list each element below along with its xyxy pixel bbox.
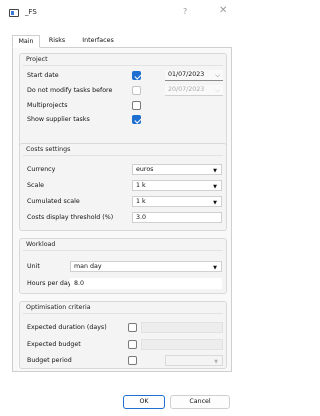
no-modify-date-picker[interactable]: 20/07/2023 ⌵ <box>165 85 223 96</box>
ok-button[interactable]: OK <box>123 395 165 409</box>
cumulated-scale-select[interactable]: 1 k ▼ <box>132 196 222 207</box>
expected-duration-label: Expected duration (days) <box>27 324 107 331</box>
expected-budget-checkbox[interactable] <box>128 340 137 349</box>
group-divider <box>23 313 223 314</box>
close-icon[interactable]: ✕ <box>219 5 227 16</box>
currency-select[interactable]: euros ▼ <box>132 164 222 175</box>
workload-group: Workload Unit man day ▼ Hours per day 8.… <box>19 238 227 294</box>
expected-duration-checkbox[interactable] <box>128 323 137 332</box>
group-divider <box>23 155 223 156</box>
start-date-label: Start date <box>27 72 59 79</box>
currency-value: euros <box>136 166 154 173</box>
chevron-down-icon: ⌵ <box>215 71 220 79</box>
no-modify-label: Do not modify tasks before <box>27 87 113 94</box>
dropdown-arrow-icon: ▼ <box>213 168 217 174</box>
dropdown-arrow-icon: ▼ <box>213 265 217 271</box>
unit-value: man day <box>74 263 102 270</box>
project-group-title: Project <box>26 56 48 63</box>
hours-per-day-input[interactable]: 8.0 <box>70 278 222 289</box>
tab-main[interactable]: Main <box>12 35 40 48</box>
show-supplier-checkbox[interactable] <box>132 115 141 124</box>
start-date-picker[interactable]: 01/07/2023 ⌵ <box>165 70 223 81</box>
scale-value: 1 k <box>136 182 146 189</box>
expected-duration-input[interactable] <box>141 322 223 333</box>
budget-period-checkbox[interactable] <box>128 356 137 365</box>
show-supplier-label: Show supplier tasks <box>27 116 90 123</box>
cancel-button[interactable]: Cancel <box>170 395 230 409</box>
unit-select[interactable]: man day ▼ <box>70 261 222 272</box>
threshold-input[interactable]: 3.0 <box>132 212 222 223</box>
no-modify-checkbox[interactable] <box>132 86 141 95</box>
start-date-value: 01/07/2023 <box>168 71 205 78</box>
title-bar: _FS ? ✕ <box>0 0 244 26</box>
threshold-label: Costs display threshold (%) <box>27 214 114 221</box>
dropdown-arrow-icon: ▼ <box>213 200 217 206</box>
costs-group-title: Costs settings <box>26 146 71 153</box>
cumulated-scale-value: 1 k <box>136 198 146 205</box>
costs-group: Costs settings Currency euros ▼ Scale 1 … <box>19 143 227 231</box>
multiprojects-label: Multiprojects <box>27 102 68 109</box>
app-icon <box>9 9 19 17</box>
optimisation-group: Optimisation criteria Expected duration … <box>19 301 227 369</box>
dropdown-arrow-icon: ▼ <box>213 184 217 190</box>
expected-budget-label: Expected budget <box>27 341 81 348</box>
budget-period-label: Budget period <box>27 357 72 364</box>
group-divider <box>23 65 223 66</box>
expected-budget-input[interactable] <box>141 339 223 350</box>
optimisation-group-title: Optimisation criteria <box>26 304 91 311</box>
dropdown-arrow-icon: ▼ <box>214 359 218 365</box>
budget-period-select[interactable]: ▼ <box>165 355 223 366</box>
window-title: _FS <box>25 8 37 16</box>
help-icon[interactable]: ? <box>183 7 187 16</box>
main-tab-panel: Project Start date 01/07/2023 ⌵ Do not m… <box>12 47 232 372</box>
no-modify-date-value: 20/07/2023 <box>168 86 205 93</box>
currency-label: Currency <box>27 166 56 173</box>
hours-per-day-label: Hours per day <box>27 280 72 287</box>
group-divider <box>23 250 223 251</box>
scale-label: Scale <box>27 182 44 189</box>
scale-select[interactable]: 1 k ▼ <box>132 180 222 191</box>
chevron-down-icon: ⌵ <box>215 86 220 94</box>
multiprojects-checkbox[interactable] <box>132 101 141 110</box>
start-date-checkbox[interactable] <box>132 71 141 80</box>
workload-group-title: Workload <box>26 241 56 248</box>
unit-label: Unit <box>27 263 40 270</box>
cumulated-scale-label: Cumulated scale <box>27 198 80 205</box>
